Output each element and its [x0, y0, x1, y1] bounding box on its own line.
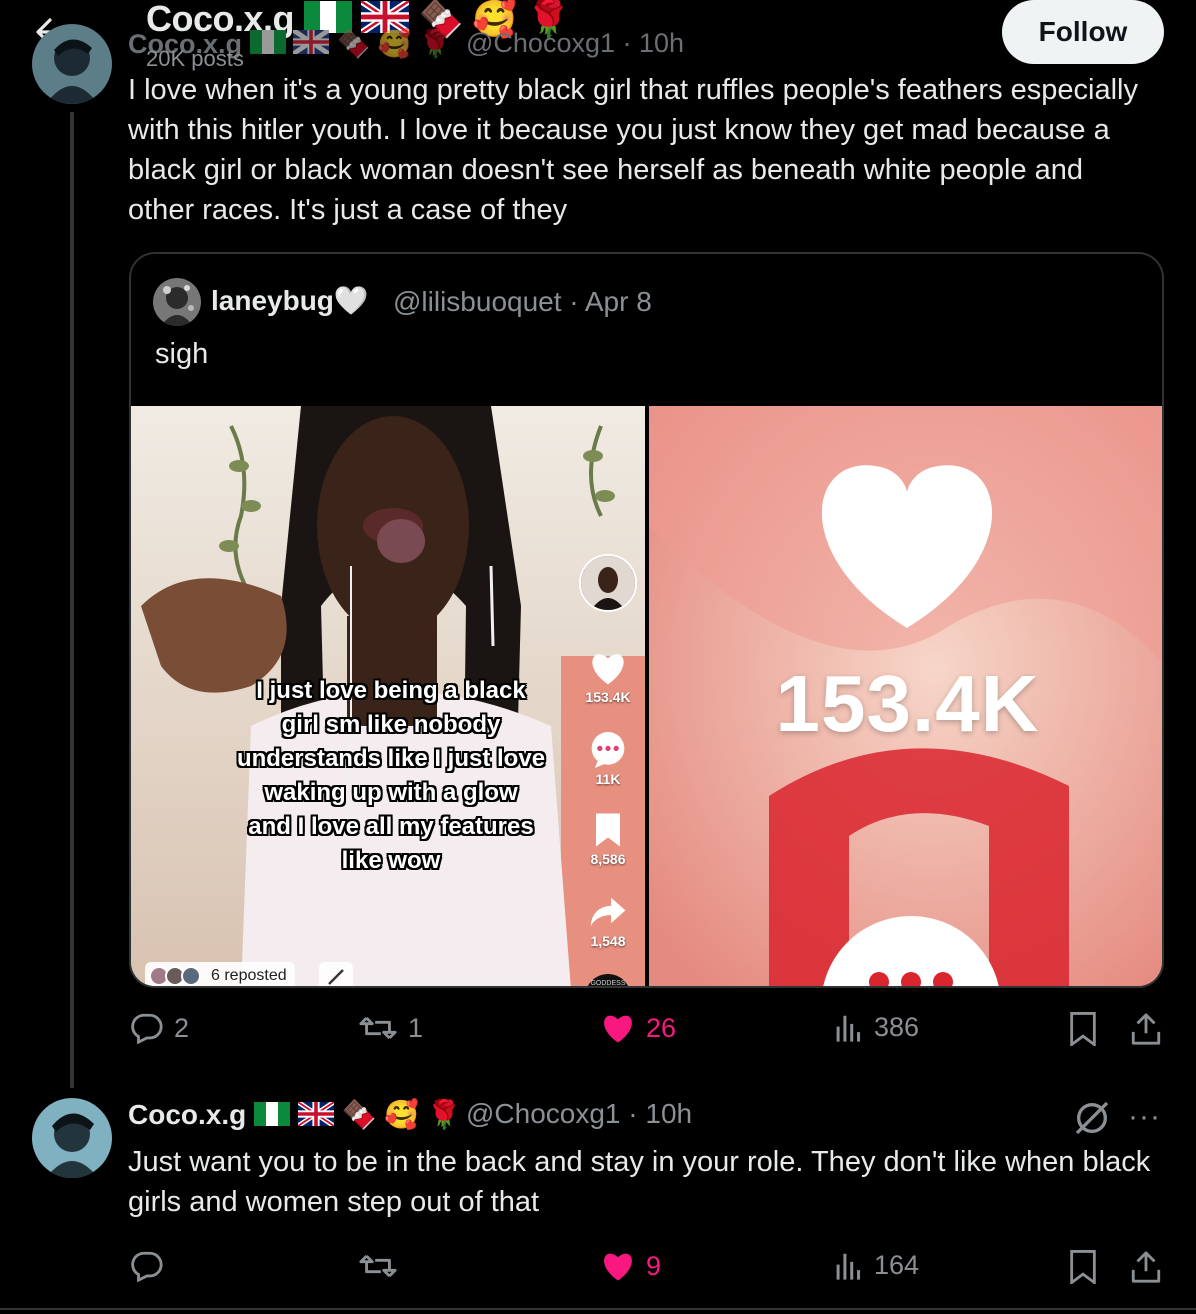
profile-post-count: 20K posts — [146, 46, 244, 71]
quoted-author-avatar[interactable] — [153, 278, 201, 326]
repost-button[interactable]: 1 — [358, 1012, 423, 1044]
analytics-bars-icon — [836, 1253, 861, 1280]
uk-flag-icon — [296, 1099, 336, 1133]
share-arrow-icon — [590, 897, 626, 927]
video-save-counter[interactable]: 8,586 — [576, 812, 640, 867]
bookmark-outline-icon — [1070, 1012, 1096, 1046]
tweet2-like-button[interactable]: 9 — [600, 1250, 661, 1282]
views-button[interactable]: 386 — [834, 1012, 919, 1043]
repost-avatars-icon — [149, 966, 201, 986]
quoted-tweet-card[interactable]: laneybug🤍 @lilisbuoquet · Apr 8 sigh 153… — [129, 252, 1164, 988]
nigeria-flag-icon — [254, 1101, 291, 1133]
smiling-hearts-emoji-icon: 🥰 — [377, 29, 412, 59]
chocolate-emoji-icon: 🍫 — [336, 29, 371, 59]
white-heart-emoji-icon: 🤍 — [333, 285, 369, 316]
tweet2-bookmark-button[interactable] — [1068, 1250, 1098, 1284]
reposted-chip[interactable]: 6 reposted — [145, 962, 295, 986]
chocolate-emoji-icon: 🍫 — [341, 1099, 377, 1130]
share-upload-icon — [1131, 1251, 1161, 1283]
tweet2-repost-button[interactable] — [358, 1250, 408, 1282]
heart-filled-icon — [604, 1253, 632, 1281]
grok-icon[interactable] — [1072, 1098, 1112, 1143]
quoted-media-image-left[interactable]: 153.4K 11K 8,586 1,548 GODDESS I just lo… — [131, 406, 645, 988]
repost-icon — [359, 1016, 397, 1040]
share-upload-icon — [1131, 1013, 1161, 1045]
reply-icon — [131, 1251, 163, 1282]
creator-profile-avatar[interactable] — [579, 554, 637, 612]
quoted-author-name[interactable]: laneybug🤍 — [211, 284, 369, 317]
more-options-icon[interactable]: ··· — [1128, 1100, 1161, 1134]
tweet2-views-button[interactable]: 164 — [834, 1250, 919, 1281]
quoted-tweet-text: sigh — [155, 338, 209, 370]
like-button[interactable]: 26 — [600, 1012, 676, 1044]
follow-button[interactable]: Follow — [1002, 0, 1164, 64]
bookmark-outline-icon — [1070, 1250, 1096, 1284]
zoomed-like-count: 153.4K — [775, 659, 1040, 748]
divider — [0, 1308, 1196, 1310]
tweet2-share-button[interactable] — [1130, 1250, 1162, 1284]
uk-flag-icon — [291, 28, 331, 61]
video-caption-overlay: I just love being a black girl sm like n… — [236, 677, 546, 874]
video-share-counter[interactable]: 1,548 — [576, 894, 640, 949]
tweet2-text: Just want you to be in the back and stay… — [128, 1146, 1151, 1218]
quoted-media-image-right[interactable]: 153.4K — [649, 406, 1162, 986]
tweet1-handle-time[interactable]: @Chocoxg1 · 10h — [466, 28, 684, 59]
rose-emoji-icon: 🌹 — [426, 1099, 462, 1130]
rose-emoji-icon: 🌹 — [418, 29, 453, 59]
quoted-handle-time[interactable]: @lilisbuoquet · Apr 8 — [393, 286, 652, 318]
analytics-bars-icon — [836, 1015, 861, 1042]
heart-icon — [592, 654, 624, 685]
share-button[interactable] — [1130, 1012, 1162, 1046]
tweet1-text: I love when it's a young pretty black gi… — [128, 74, 1138, 226]
edit-pencil-icon[interactable] — [319, 962, 353, 988]
repost-icon — [359, 1254, 397, 1278]
tweet2-author-name[interactable]: Coco.x.g 🍫 🥰 🌹 — [128, 1098, 462, 1133]
reply-button[interactable]: 2 — [130, 1012, 189, 1044]
nigeria-flag-icon — [249, 30, 286, 61]
tweet2-reply-button[interactable] — [130, 1250, 174, 1282]
tweet2-handle-time[interactable]: @Chocoxg1 · 10h — [466, 1098, 692, 1130]
video-comment-counter[interactable]: 11K — [576, 732, 640, 787]
smiling-hearts-emoji-icon: 🥰 — [384, 1099, 420, 1130]
reply-icon — [131, 1013, 163, 1044]
tweet1-avatar[interactable] — [32, 24, 112, 104]
bookmark-button[interactable] — [1068, 1012, 1098, 1046]
heart-filled-icon — [604, 1015, 632, 1043]
bookmark-icon — [596, 813, 620, 847]
video-like-counter[interactable]: 153.4K — [576, 650, 640, 705]
comment-bubble-icon — [591, 732, 625, 768]
thread-connector-line — [70, 112, 74, 1088]
tweet2-avatar[interactable] — [32, 1098, 112, 1178]
